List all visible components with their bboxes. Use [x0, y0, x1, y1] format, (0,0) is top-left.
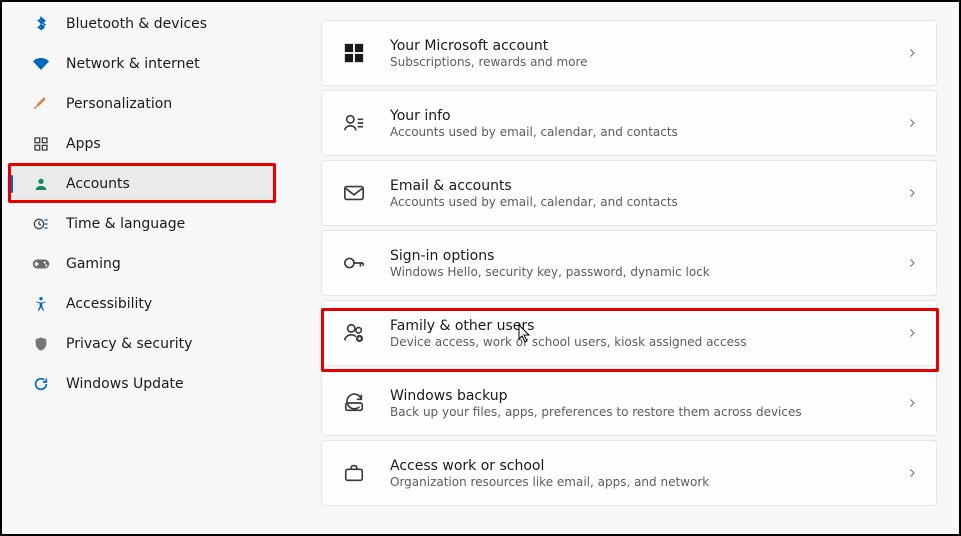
backup-icon: [340, 389, 368, 417]
gaming-icon: [32, 255, 50, 273]
card-subtitle: Back up your files, apps, preferences to…: [390, 405, 802, 419]
microsoft-icon: [340, 39, 368, 67]
chevron-right-icon: [906, 397, 918, 409]
wifi-icon: [32, 55, 50, 73]
sidebar-item-accessibility[interactable]: Accessibility: [10, 285, 277, 323]
sidebar-item-label: Accessibility: [66, 296, 152, 312]
update-icon: [32, 375, 50, 393]
sidebar-item-label: Network & internet: [66, 56, 200, 72]
card-title: Family & other users: [390, 318, 747, 334]
sidebar-item-privacy[interactable]: Privacy & security: [10, 325, 277, 363]
brush-icon: [32, 95, 50, 113]
card-title: Sign-in options: [390, 248, 710, 264]
sidebar-item-label: Gaming: [66, 256, 121, 272]
bluetooth-icon: [32, 15, 50, 33]
chevron-right-icon: [906, 47, 918, 59]
card-title: Your info: [390, 108, 678, 124]
apps-icon: [32, 135, 50, 153]
sidebar-item-time[interactable]: Time & language: [10, 205, 277, 243]
sidebar-item-apps[interactable]: Apps: [10, 125, 277, 163]
main-content: Your Microsoft account Subscriptions, re…: [285, 2, 959, 534]
sidebar-item-gaming[interactable]: Gaming: [10, 245, 277, 283]
chevron-right-icon: [906, 187, 918, 199]
chevron-right-icon: [906, 257, 918, 269]
card-work-school[interactable]: Access work or school Organization resou…: [321, 440, 937, 506]
sidebar-item-label: Bluetooth & devices: [66, 16, 207, 32]
card-subtitle: Device access, work or school users, kio…: [390, 335, 747, 349]
sidebar-item-network[interactable]: Network & internet: [10, 45, 277, 83]
sidebar-nav: Bluetooth & devices Network & internet P…: [2, 2, 285, 534]
sidebar-item-label: Apps: [66, 136, 101, 152]
card-title: Windows backup: [390, 388, 802, 404]
chevron-right-icon: [906, 467, 918, 479]
card-signin-options[interactable]: Sign-in options Windows Hello, security …: [321, 230, 937, 296]
work-icon: [340, 459, 368, 487]
key-icon: [340, 249, 368, 277]
time-icon: [32, 215, 50, 233]
card-title: Your Microsoft account: [390, 38, 588, 54]
sidebar-item-update[interactable]: Windows Update: [10, 365, 277, 403]
sidebar-item-bluetooth[interactable]: Bluetooth & devices: [10, 5, 277, 43]
sidebar-item-personalization[interactable]: Personalization: [10, 85, 277, 123]
card-subtitle: Organization resources like email, apps,…: [390, 475, 709, 489]
card-subtitle: Windows Hello, security key, password, d…: [390, 265, 710, 279]
sidebar-item-accounts[interactable]: Accounts: [10, 165, 277, 203]
sidebar-item-label: Privacy & security: [66, 336, 192, 352]
info-icon: [340, 109, 368, 137]
card-subtitle: Subscriptions, rewards and more: [390, 55, 588, 69]
sidebar-item-label: Windows Update: [66, 376, 184, 392]
family-icon: [340, 319, 368, 347]
card-subtitle: Accounts used by email, calendar, and co…: [390, 125, 678, 139]
card-windows-backup[interactable]: Windows backup Back up your files, apps,…: [321, 370, 937, 436]
card-email-accounts[interactable]: Email & accounts Accounts used by email,…: [321, 160, 937, 226]
card-family-other-users[interactable]: Family & other users Device access, work…: [321, 300, 937, 366]
card-microsoft-account[interactable]: Your Microsoft account Subscriptions, re…: [321, 20, 937, 86]
accounts-icon: [32, 175, 50, 193]
mail-icon: [340, 179, 368, 207]
sidebar-item-label: Personalization: [66, 96, 172, 112]
card-subtitle: Accounts used by email, calendar, and co…: [390, 195, 678, 209]
card-title: Access work or school: [390, 458, 709, 474]
sidebar-item-label: Accounts: [66, 176, 130, 192]
chevron-right-icon: [906, 117, 918, 129]
accessibility-icon: [32, 295, 50, 313]
sidebar-item-label: Time & language: [66, 216, 185, 232]
privacy-icon: [32, 335, 50, 353]
card-your-info[interactable]: Your info Accounts used by email, calend…: [321, 90, 937, 156]
card-title: Email & accounts: [390, 178, 678, 194]
chevron-right-icon: [906, 327, 918, 339]
